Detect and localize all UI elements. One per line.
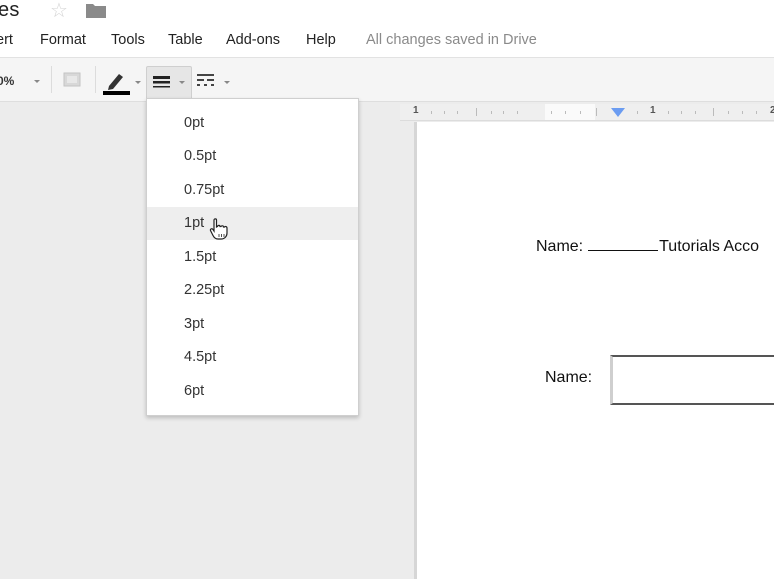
folder-icon[interactable] [86, 3, 106, 18]
blank-underline [588, 236, 659, 251]
border-width-option[interactable]: 3pt [147, 308, 358, 341]
star-icon[interactable]: ☆ [50, 0, 68, 22]
border-width-menu: 0pt 0.5pt 0.75pt 1pt 1.5pt 2.25pt 3pt 4.… [146, 98, 359, 416]
document-text: Tutorials Acco [659, 238, 760, 255]
ruler-tick [756, 111, 757, 114]
document-page[interactable] [417, 122, 774, 579]
ruler-tick [668, 111, 669, 114]
border-width-option[interactable]: 4.5pt [147, 341, 358, 374]
ruler-tick [476, 108, 477, 116]
ruler-tick [565, 111, 566, 114]
menu-tools[interactable]: Tools [111, 32, 145, 48]
table-cell[interactable] [610, 355, 774, 405]
toolbar: 0% [0, 58, 774, 102]
menu-add-ons[interactable]: Add-ons [226, 32, 280, 48]
border-width-icon [153, 76, 170, 88]
border-dash-icon[interactable] [197, 73, 215, 87]
chevron-down-icon [34, 80, 40, 83]
save-status[interactable]: All changes saved in Drive [366, 32, 537, 48]
zoom-value: 0% [0, 74, 15, 88]
border-width-option[interactable]: 0.75pt [147, 174, 358, 207]
hand-cursor-icon [209, 218, 228, 240]
ruler-tick [431, 111, 432, 114]
indent-marker-icon[interactable] [611, 108, 625, 117]
menu-help[interactable]: Help [306, 32, 336, 48]
chevron-down-icon [179, 81, 185, 84]
title-bar: es ☆ [0, 0, 774, 27]
toolbar-divider [95, 66, 96, 93]
toolbar-divider [51, 66, 52, 93]
border-width-option[interactable]: 6pt [147, 375, 358, 408]
border-width-option[interactable]: 0.5pt [147, 140, 358, 173]
ruler-tick [580, 111, 581, 114]
ruler-tick [551, 111, 552, 114]
ruler-tick [517, 111, 518, 114]
menu-insert[interactable]: ert [0, 32, 13, 48]
name-label: Name: [545, 369, 593, 386]
ruler-tick [503, 111, 504, 114]
border-width-option-hovered[interactable]: 1pt [147, 207, 358, 240]
chevron-down-icon [224, 81, 230, 84]
menu-bar: ert Format Tools Table Add-ons Help All … [0, 27, 774, 58]
ruler-margin-area [545, 104, 595, 120]
chevron-down-icon [135, 81, 141, 84]
document-line: Name: Tutorials Acco [536, 236, 759, 256]
ruler-tick [491, 111, 492, 114]
ruler-tick [728, 111, 729, 114]
border-width-option[interactable]: 2.25pt [147, 274, 358, 307]
ruler-tick [695, 111, 696, 114]
ruler-tick [457, 111, 458, 114]
border-width-button[interactable] [146, 66, 192, 101]
insert-comment-icon[interactable] [63, 72, 81, 88]
ruler-tick [742, 111, 743, 114]
ruler-tick [637, 111, 638, 114]
ruler-tick [713, 108, 714, 116]
ruler-label: 1 [413, 105, 419, 116]
border-color-icon[interactable] [103, 70, 131, 96]
ruler-label: 1 [650, 105, 656, 116]
menu-table[interactable]: Table [168, 32, 203, 48]
ruler-tick [444, 111, 445, 114]
border-width-option[interactable]: 0pt [147, 107, 358, 140]
menu-format[interactable]: Format [40, 32, 86, 48]
ruler-label: 2 [770, 105, 774, 116]
border-width-option[interactable]: 1.5pt [147, 241, 358, 274]
ruler-tick [681, 111, 682, 114]
document-title[interactable]: es [0, 0, 20, 22]
ruler-tick [596, 108, 597, 116]
name-label: Name: [536, 238, 584, 255]
